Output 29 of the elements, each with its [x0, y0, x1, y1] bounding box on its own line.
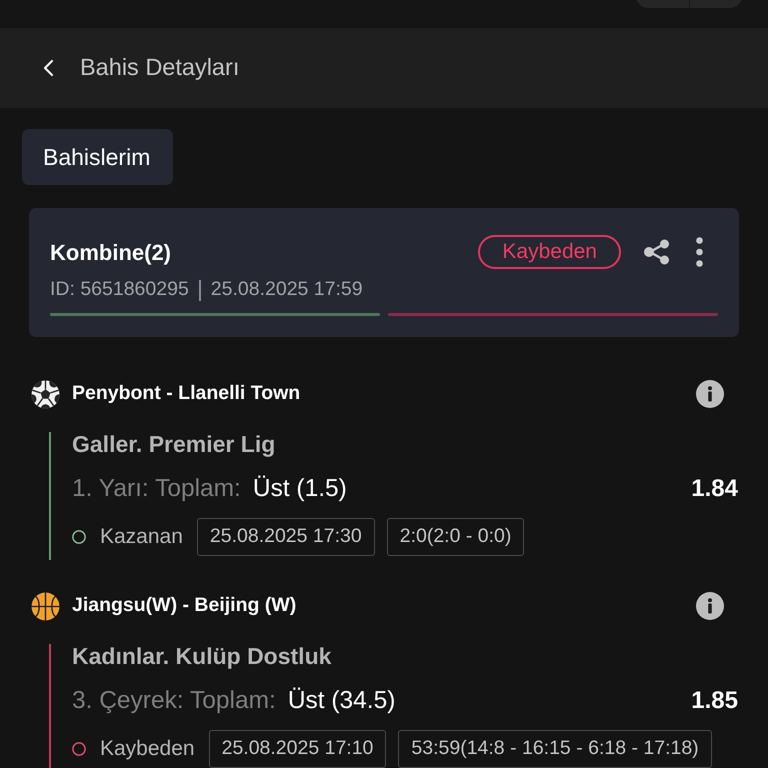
share-icon[interactable]: [644, 239, 670, 265]
match-title: Jiangsu(W) - Beijing (W): [72, 593, 296, 618]
league-name: Galler. Premier Lig: [72, 430, 276, 459]
bet-type: Kombine(2): [50, 238, 171, 267]
market-label: 3. Çeyrek: Toplam:: [72, 686, 276, 716]
start-time: 25.08.2025 17:10: [208, 730, 386, 768]
odds-value: 1.85: [691, 686, 738, 716]
market-label: 1. Yarı: Toplam:: [72, 474, 241, 504]
score: 53:59(14:8 - 16:15 - 6:18 - 17:18): [398, 730, 712, 768]
league-name: Kadınlar. Kulüp Dostluk: [72, 642, 332, 671]
bet-status-badge: Kaybeden: [478, 235, 621, 269]
bet-date: 25.08.2025 17:59: [210, 277, 363, 302]
match-title: Penybont - Llanelli Town: [72, 381, 300, 406]
more-icon[interactable]: [696, 237, 703, 267]
page-title: Bahis Detayları: [80, 53, 240, 82]
soccer-ball-icon: [31, 380, 60, 408]
selection-label: Üst (1.5): [252, 474, 347, 504]
info-icon[interactable]: [696, 592, 724, 620]
result-label: Kaybeden: [100, 736, 195, 762]
my-bets-button[interactable]: Bahislerim: [22, 129, 173, 185]
info-icon[interactable]: [696, 380, 724, 408]
score: 2:0(2:0 - 0:0): [386, 518, 524, 556]
selection-label: Üst (34.5): [288, 686, 396, 716]
back-icon[interactable]: [42, 59, 56, 77]
odds-value: 1.84: [691, 474, 738, 504]
bet-id: ID: 5651860295: [50, 277, 189, 302]
basketball-icon: [31, 592, 60, 620]
result-label: Kazanan: [100, 524, 183, 550]
start-time: 25.08.2025 17:30: [196, 518, 375, 556]
